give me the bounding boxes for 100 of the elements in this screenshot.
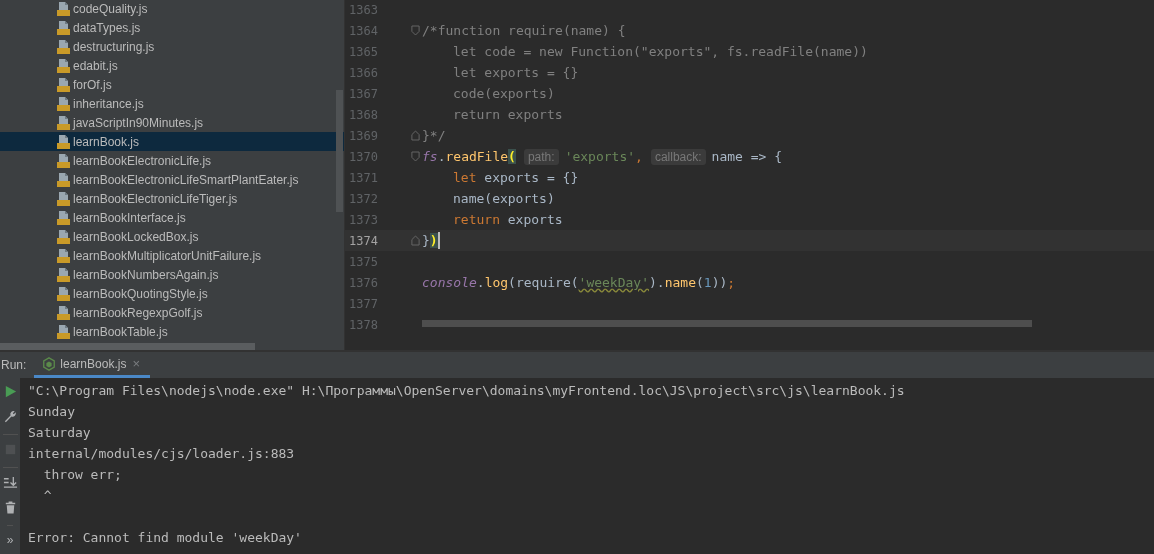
- js-file-icon: [55, 19, 71, 36]
- wrench-icon[interactable]: [2, 409, 18, 424]
- fold-icon[interactable]: [411, 130, 420, 141]
- code-keyword: return: [452, 212, 500, 227]
- js-file-icon: [55, 228, 71, 245]
- code-method: log: [484, 275, 509, 290]
- code-comment: let code = new Function("exports", fs.readFile(name)): [452, 44, 868, 59]
- code-keyword: let: [452, 170, 477, 185]
- code-method: name: [664, 275, 696, 290]
- code-comment: /*function require(name) {: [422, 23, 626, 38]
- scrollbar[interactable]: [0, 343, 255, 350]
- line-number: 1370: [348, 149, 378, 164]
- code-text: .: [437, 149, 446, 164]
- code-string: 'weekDay': [578, 275, 649, 290]
- code-text: }: [422, 233, 430, 248]
- console-line: ^: [42, 488, 52, 503]
- file-tree-item[interactable]: edabit.js: [0, 56, 344, 75]
- code-text: ).: [649, 275, 665, 290]
- code-number: 1: [703, 275, 712, 290]
- console-line: throw err;: [42, 467, 122, 482]
- file-tree-item[interactable]: learnBookNumbersAgain.js: [0, 265, 344, 284]
- scrollbar[interactable]: [336, 90, 343, 212]
- file-tree-item[interactable]: learnBookInterface.js: [0, 208, 344, 227]
- console-line: Saturday: [28, 425, 91, 440]
- js-file-icon: [55, 209, 71, 226]
- matched-brace: (: [508, 149, 516, 164]
- code-keyword: ,: [635, 149, 643, 164]
- js-file-icon: [55, 285, 71, 302]
- line-number: 1377: [348, 296, 378, 311]
- code-text: )): [711, 275, 728, 290]
- js-file-icon: [55, 304, 71, 321]
- code-comment: code(exports): [452, 86, 555, 101]
- line-number: 1364: [348, 23, 378, 38]
- code-method: readFile: [445, 149, 509, 164]
- code-keyword: ;: [727, 275, 736, 290]
- js-file-icon: [55, 114, 71, 131]
- code-text: name(exports): [452, 191, 555, 206]
- js-file-icon: [55, 76, 71, 93]
- code-text: (: [696, 275, 704, 290]
- line-number: 1376: [348, 275, 378, 290]
- file-tree-item[interactable]: learnBookElectronicLifeSmartPlantEater.js: [0, 170, 344, 189]
- line-number: 1373: [348, 212, 378, 227]
- line-number: 1371: [348, 170, 378, 185]
- js-file-icon: [55, 133, 71, 150]
- scrollbar[interactable]: [422, 320, 1032, 327]
- console-line: internal/modules/cjs/loader.js:883: [28, 446, 295, 461]
- js-file-icon: [55, 323, 71, 340]
- file-tree-item[interactable]: learnBookElectronicLife.js: [0, 151, 344, 170]
- code-identifier: fs: [422, 149, 438, 164]
- file-tree-item[interactable]: learnBook.js: [0, 132, 344, 151]
- file-tree-item[interactable]: destructuring.js: [0, 37, 344, 56]
- line-number: 1365: [348, 44, 378, 59]
- js-file-icon: [55, 171, 71, 188]
- file-tree-item[interactable]: javaScriptIn90Minutes.js: [0, 113, 344, 132]
- js-file-icon: [55, 0, 71, 17]
- file-tree-item[interactable]: learnBookMultiplicatorUnitFailure.js: [0, 246, 344, 265]
- panel-label: Run:: [0, 358, 28, 372]
- line-number: 1368: [348, 107, 378, 122]
- fold-icon[interactable]: [411, 151, 420, 162]
- parameter-hint: callback:: [650, 148, 706, 165]
- line-number: 1374: [348, 233, 378, 248]
- line-number: 1363: [348, 2, 378, 17]
- console-line: Sunday: [28, 404, 75, 419]
- line-number: 1375: [348, 254, 378, 269]
- text-caret: [437, 232, 440, 249]
- code-text: name => {: [711, 149, 783, 164]
- hexagon-icon: [42, 356, 57, 371]
- file-tree-item[interactable]: learnBookElectronicLifeTiger.js: [0, 189, 344, 208]
- file-tree-item[interactable]: codeQuality.js: [0, 0, 344, 18]
- fold-icon[interactable]: [411, 235, 420, 246]
- file-tree-item[interactable]: dataTypes.js: [0, 18, 344, 37]
- js-file-icon: [55, 38, 71, 55]
- js-file-icon: [55, 266, 71, 283]
- js-file-icon: [55, 247, 71, 264]
- code-text: exports = {}: [483, 170, 579, 185]
- file-tree-item[interactable]: inheritance.js: [0, 94, 344, 113]
- line-number: 1372: [348, 191, 378, 206]
- file-tree-item[interactable]: learnBookRegexpGolf.js: [0, 303, 344, 322]
- error-message: Error: Cannot find module 'weekDay': [28, 530, 302, 545]
- line-number: 1369: [348, 128, 378, 143]
- code-text: exports: [506, 212, 563, 227]
- file-tree-item[interactable]: learnBookTable.js: [0, 322, 344, 341]
- fold-icon[interactable]: [411, 25, 420, 36]
- file-tree-item[interactable]: forOf.js: [0, 75, 344, 94]
- parameter-hint: path:: [523, 148, 559, 165]
- console-line: "C:\Program Files\nodejs\node.exe" H:\Программы\OpenServer\domains\myFrontend.loc\JS\project\src\js\learnBook.js: [28, 383, 905, 398]
- line-number: 1367: [348, 86, 378, 101]
- file-tree-item[interactable]: learnBookQuotingStyle.js: [0, 284, 344, 303]
- js-file-icon: [55, 57, 71, 74]
- more-button[interactable]: »: [6, 525, 14, 547]
- code-text: .: [476, 275, 485, 290]
- code-text: (require(: [508, 275, 579, 290]
- js-file-icon: [55, 95, 71, 112]
- code-comment: }*/: [422, 128, 446, 143]
- line-number: 1366: [348, 65, 378, 80]
- file-tree-item[interactable]: learnBookLockedBox.js: [0, 227, 344, 246]
- code-identifier: console: [422, 275, 477, 290]
- js-file-icon: [55, 190, 71, 207]
- code-string: 'exports': [564, 149, 636, 164]
- scroll-to-end-icon[interactable]: [2, 467, 18, 490]
